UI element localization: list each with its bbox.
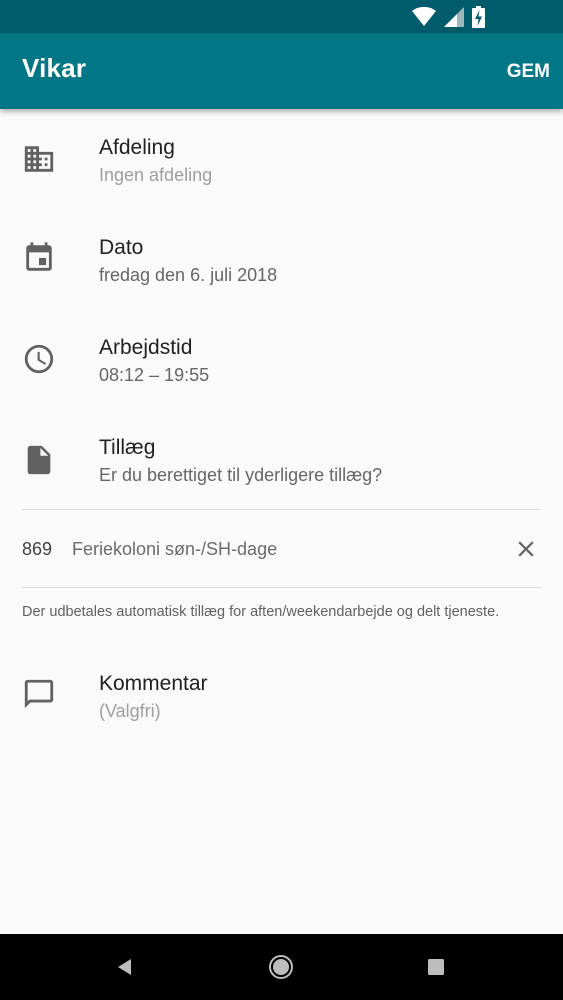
department-row[interactable]: Afdeling Ingen afdeling <box>0 109 563 209</box>
system-nav-bar <box>0 934 563 1000</box>
comment-value: (Valgfri) <box>99 701 161 721</box>
home-icon[interactable] <box>268 954 294 980</box>
allowance-label: Tillæg <box>99 436 156 459</box>
department-label: Afdeling <box>99 136 175 159</box>
cell-signal-icon <box>444 7 464 27</box>
recents-icon[interactable] <box>423 954 449 980</box>
work-time-label: Arbejdstid <box>99 336 193 359</box>
document-icon <box>27 445 51 475</box>
divider <box>22 587 541 588</box>
allowance-code: 869 <box>22 539 53 559</box>
status-bar <box>0 0 563 33</box>
page-title: Vikar <box>22 53 87 83</box>
allowance-name: Feriekoloni søn-/SH-dage <box>72 539 278 559</box>
close-icon[interactable] <box>513 536 539 562</box>
back-icon[interactable] <box>112 954 138 980</box>
comment-label: Kommentar <box>99 672 208 695</box>
app-bar: Vikar GEM <box>0 33 563 109</box>
status-icons <box>412 6 485 28</box>
work-time-value: 08:12 – 19:55 <box>99 365 210 385</box>
date-row[interactable]: Dato fredag den 6. juli 2018 <box>0 209 563 309</box>
date-value: fredag den 6. juli 2018 <box>99 265 278 285</box>
comment-row[interactable]: Kommentar (Valgfri) <box>0 645 563 745</box>
battery-charging-icon <box>472 6 485 28</box>
work-time-row[interactable]: Arbejdstid 08:12 – 19:55 <box>0 309 563 409</box>
form-content: Afdeling Ingen afdeling Dato fredag den … <box>0 109 563 934</box>
save-button[interactable]: GEM <box>507 61 550 83</box>
allowance-row[interactable]: Tillæg Er du berettiget til yderligere t… <box>0 409 563 509</box>
date-label: Dato <box>99 236 144 259</box>
comment-icon <box>24 679 54 709</box>
clock-icon <box>24 344 54 374</box>
department-value: Ingen afdeling <box>99 165 213 185</box>
selected-allowance-item: 869 Feriekoloni søn-/SH-dage <box>0 510 563 588</box>
allowance-value: Er du berettiget til yderligere tillæg? <box>99 465 383 485</box>
building-icon <box>24 146 54 172</box>
calendar-icon <box>26 242 52 271</box>
allowance-note: Der udbetales automatisk tillæg for afte… <box>22 604 500 620</box>
wifi-icon <box>412 7 436 26</box>
